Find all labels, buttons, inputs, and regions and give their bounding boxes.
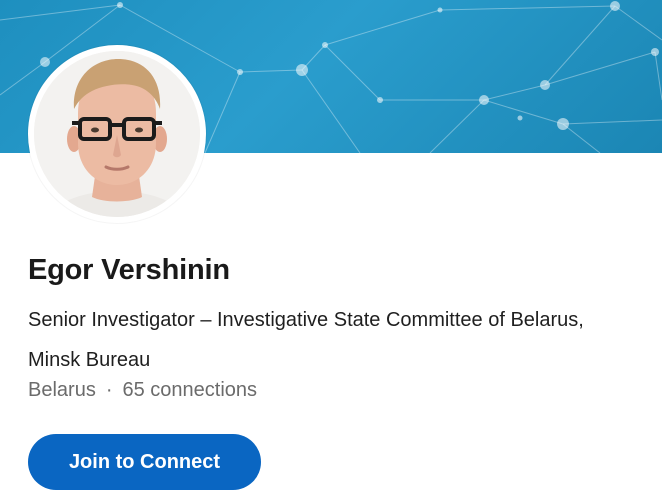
profile-name: Egor Vershinin	[28, 254, 230, 286]
person-portrait-image	[34, 51, 200, 217]
avatar[interactable]	[28, 45, 206, 223]
meta-separator: ·	[105, 379, 113, 401]
location-text: Belarus	[28, 379, 96, 401]
profile-headline: Senior Investigator – Investigative Stat…	[28, 309, 584, 371]
connections-count: 65 connections	[122, 379, 258, 401]
profile-photo	[34, 51, 200, 217]
profile-card: Egor Vershinin Senior Investigator – Inv…	[0, 0, 662, 503]
join-to-connect-button[interactable]: Join to Connect	[28, 434, 261, 490]
profile-meta: Belarus · 65 connections	[28, 379, 257, 402]
